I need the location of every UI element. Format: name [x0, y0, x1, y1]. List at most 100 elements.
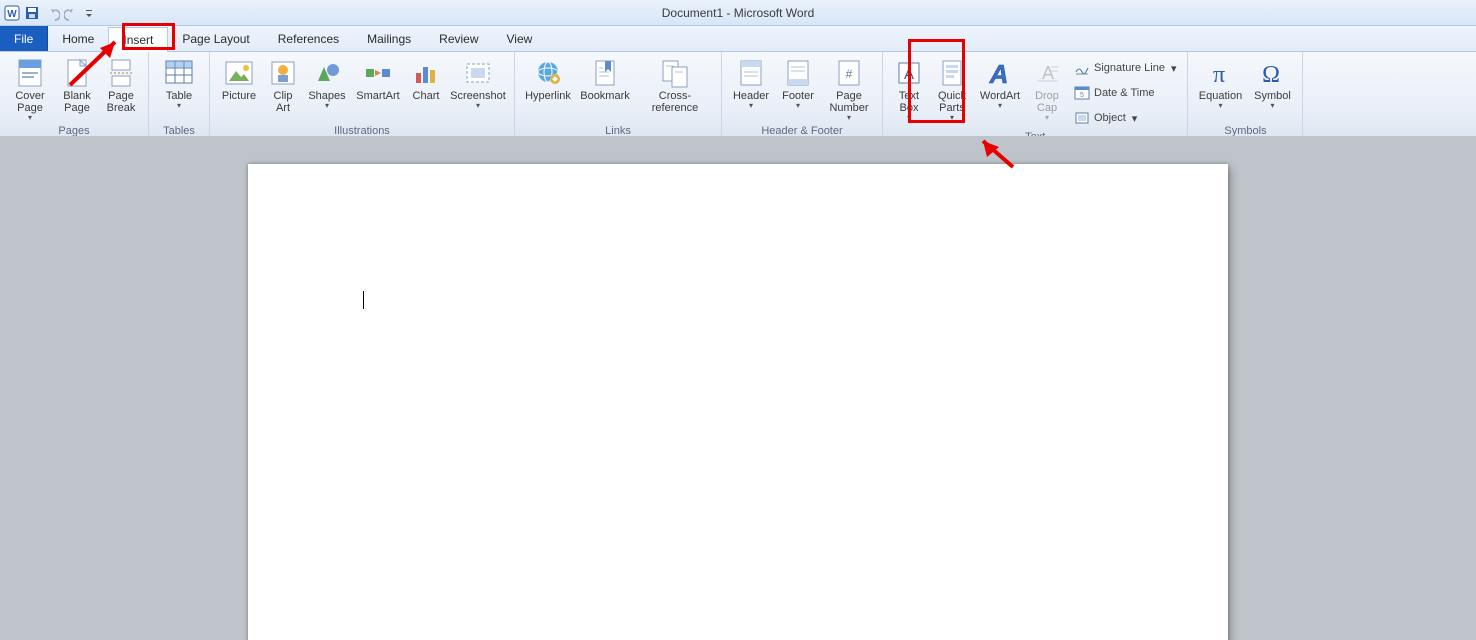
hyperlink-label: Hyperlink	[524, 90, 572, 102]
chart-button[interactable]: Chart	[406, 54, 446, 124]
cover-page-button[interactable]: Cover Page ▾	[6, 54, 54, 124]
tab-view[interactable]: View	[493, 26, 547, 51]
tab-references-label: References	[278, 32, 339, 46]
text-box-icon: A	[893, 57, 925, 89]
svg-text:W: W	[7, 9, 17, 20]
redo-icon[interactable]	[64, 5, 80, 21]
document-area[interactable]	[0, 136, 1476, 640]
equation-button[interactable]: π Equation ▾	[1194, 54, 1246, 124]
chevron-down-icon: ▾	[476, 103, 480, 109]
signature-line-button[interactable]: Signature Line ▾	[1069, 56, 1181, 80]
cross-reference-label: Cross-reference	[636, 90, 714, 114]
bookmark-label: Bookmark	[579, 90, 631, 102]
tab-insert-label: Insert	[123, 33, 153, 47]
tab-file[interactable]: File	[0, 26, 48, 51]
svg-text:A: A	[989, 59, 1009, 88]
chart-icon	[410, 57, 442, 89]
picture-button[interactable]: Picture	[216, 54, 262, 124]
page-number-button[interactable]: # Page Number ▾	[822, 54, 876, 124]
screenshot-icon	[462, 57, 494, 89]
equation-icon: π	[1204, 57, 1236, 89]
table-button[interactable]: Table ▾	[155, 54, 203, 124]
chevron-down-icon: ▾	[1218, 103, 1222, 109]
chevron-down-icon: ▾	[796, 103, 800, 109]
chart-label: Chart	[412, 90, 441, 102]
blank-page-label: Blank Page	[57, 90, 97, 114]
text-box-button[interactable]: A Text Box ▾	[889, 54, 929, 130]
page-break-icon	[105, 57, 137, 89]
tab-review[interactable]: Review	[425, 26, 492, 51]
clip-art-button[interactable]: Clip Art	[264, 54, 302, 124]
drop-cap-button[interactable]: A Drop Cap ▾	[1027, 54, 1067, 130]
svg-text:A: A	[904, 66, 914, 83]
date-time-icon: 5	[1074, 85, 1090, 101]
wordart-button[interactable]: A WordArt ▾	[975, 54, 1025, 130]
date-time-button[interactable]: 5 Date & Time	[1069, 81, 1181, 105]
hyperlink-icon	[532, 57, 564, 89]
object-label: Object	[1094, 112, 1126, 124]
window-title: Document1 - Microsoft Word	[0, 6, 1476, 20]
page-break-button[interactable]: Page Break	[100, 54, 142, 124]
blank-page-button[interactable]: Blank Page	[56, 54, 98, 124]
word-app-icon: W	[4, 5, 20, 21]
tab-mailings[interactable]: Mailings	[353, 26, 425, 51]
bookmark-icon	[589, 57, 621, 89]
group-tables: Table ▾ Tables	[149, 52, 210, 138]
chevron-down-icon: ▾	[325, 103, 329, 109]
smartart-label: SmartArt	[355, 90, 400, 102]
tab-insert[interactable]: Insert	[108, 27, 168, 52]
chevron-down-icon: ▾	[1270, 103, 1274, 109]
hyperlink-button[interactable]: Hyperlink	[521, 54, 575, 124]
object-button[interactable]: Object ▾	[1069, 106, 1181, 130]
svg-text:5: 5	[1080, 92, 1084, 99]
chevron-down-icon: ▾	[907, 115, 911, 121]
undo-icon[interactable]	[44, 5, 60, 21]
page-break-label: Page Break	[101, 90, 141, 114]
tab-home[interactable]: Home	[48, 26, 108, 51]
header-button[interactable]: Header ▾	[728, 54, 774, 124]
blank-page-icon	[61, 57, 93, 89]
chevron-down-icon: ▾	[950, 115, 954, 121]
date-time-label: Date & Time	[1094, 87, 1155, 99]
picture-label: Picture	[221, 90, 257, 102]
tab-references[interactable]: References	[264, 26, 353, 51]
save-icon[interactable]	[24, 5, 40, 21]
quick-access-toolbar: W	[0, 5, 98, 21]
header-icon	[735, 57, 767, 89]
chevron-down-icon: ▾	[847, 115, 851, 121]
page-number-label: Page Number	[823, 90, 875, 114]
group-illustrations: Picture Clip Art Shapes ▾ SmartArt Chart	[210, 52, 515, 138]
bookmark-button[interactable]: Bookmark	[577, 54, 633, 124]
smartart-icon	[362, 57, 394, 89]
tab-file-label: File	[14, 32, 33, 46]
smartart-button[interactable]: SmartArt	[352, 54, 404, 124]
group-links: Hyperlink Bookmark Cross-reference Links	[515, 52, 722, 138]
clip-art-icon	[267, 57, 299, 89]
chevron-down-icon: ▾	[1132, 112, 1138, 125]
signature-line-label: Signature Line	[1094, 62, 1165, 74]
tab-page-layout-label: Page Layout	[182, 32, 249, 46]
cross-reference-icon	[659, 57, 691, 89]
ribbon-tabstrip: File Home Insert Page Layout References …	[0, 26, 1476, 52]
group-symbols: π Equation ▾ Ω Symbol ▾ Symbols	[1188, 52, 1303, 138]
cover-page-label: Cover Page	[7, 90, 53, 114]
title-bar: W Document1 - Microsoft Word	[0, 0, 1476, 26]
chevron-down-icon: ▾	[177, 103, 181, 109]
symbol-icon: Ω	[1256, 57, 1288, 89]
picture-icon	[223, 57, 255, 89]
svg-text:π: π	[1213, 62, 1225, 88]
svg-text:A: A	[1042, 63, 1054, 83]
shapes-button[interactable]: Shapes ▾	[304, 54, 350, 124]
footer-button[interactable]: Footer ▾	[776, 54, 820, 124]
symbol-button[interactable]: Ω Symbol ▾	[1248, 54, 1296, 124]
quick-parts-label: Quick Parts	[932, 90, 972, 114]
ribbon: Cover Page ▾ Blank Page Page Break Pages…	[0, 52, 1476, 139]
tab-page-layout[interactable]: Page Layout	[168, 26, 263, 51]
svg-text:#: #	[846, 67, 853, 81]
document-page[interactable]	[248, 164, 1228, 640]
cross-reference-button[interactable]: Cross-reference	[635, 54, 715, 124]
quick-parts-button[interactable]: Quick Parts ▾	[931, 54, 973, 130]
svg-text:Ω: Ω	[1263, 62, 1281, 88]
screenshot-button[interactable]: Screenshot ▾	[448, 54, 508, 124]
qat-more-icon[interactable]	[84, 5, 94, 21]
